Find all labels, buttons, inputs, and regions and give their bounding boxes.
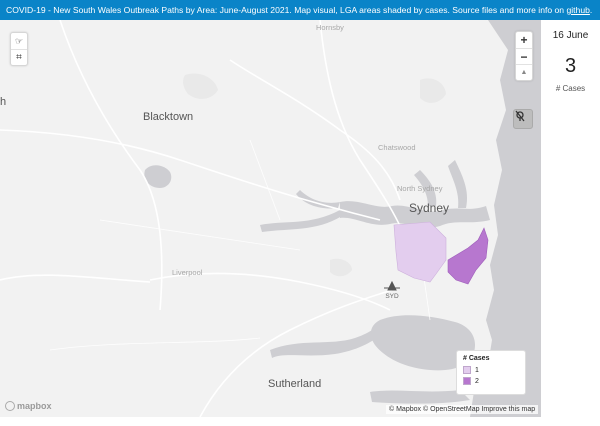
zoom-in-button[interactable]: + — [516, 32, 532, 48]
attribution-osm-link[interactable]: © OpenStreetMap — [423, 406, 480, 413]
case-count: 3 — [564, 55, 577, 77]
place-label-sydney: Sydney — [409, 201, 450, 215]
place-label-liverpool: Liverpool — [172, 268, 203, 277]
draw-point-button[interactable]: ☞ — [11, 33, 27, 49]
case-count-label: # Cases — [555, 84, 586, 93]
zoom-out-button[interactable]: − — [516, 48, 532, 64]
attribution-mapbox-link[interactable]: © Mapbox — [389, 406, 421, 413]
compass-button[interactable]: ▲ — [516, 64, 532, 80]
header-title: COVID-19 - New South Wales Outbreak Path… — [6, 5, 567, 15]
location-off-icon — [515, 110, 525, 122]
zoom-controls: + − ▲ — [515, 31, 533, 81]
draw-controls: ☞ ⌗ — [10, 32, 28, 66]
legend-item: 2 — [463, 377, 519, 385]
header-banner: COVID-19 - New South Wales Outbreak Path… — [0, 0, 600, 20]
place-label-hornsby: Hornsby — [316, 23, 344, 32]
draw-polygon-button[interactable]: ⌗ — [11, 49, 27, 65]
place-label-north-sydney: North Sydney — [397, 184, 443, 193]
map-attribution: © Mapbox © OpenStreetMap Improve this ma… — [386, 405, 539, 414]
airport-label: SYD — [385, 293, 399, 300]
legend-label-2: 2 — [475, 377, 479, 385]
mapbox-logo[interactable]: mapbox — [5, 401, 52, 411]
draw-polygon-icon: ⌗ — [16, 52, 22, 63]
bottom-strip — [0, 417, 600, 426]
map-canvas[interactable]: Hornsby Blacktown Chatswood North Sydney… — [0, 20, 541, 417]
geolocate-button[interactable] — [513, 109, 533, 129]
attribution-improve-link[interactable]: Improve this map — [481, 406, 535, 413]
legend-swatch-1 — [463, 366, 471, 374]
compass-icon: ▲ — [520, 69, 528, 76]
plus-icon: + — [520, 33, 528, 47]
map-legend: # Cases 1 2 — [456, 350, 526, 395]
legend-swatch-2 — [463, 377, 471, 385]
place-label-sutherland: Sutherland — [268, 378, 322, 390]
stats-panel: 16 June 3 # Cases — [541, 20, 600, 417]
place-label-chatswood: Chatswood — [378, 143, 416, 152]
place-label-blacktown: Blacktown — [143, 111, 194, 123]
mapbox-logo-text: mapbox — [17, 401, 52, 411]
header-trailing: . — [589, 5, 593, 15]
minus-icon: − — [520, 49, 528, 64]
legend-item: 1 — [463, 366, 519, 374]
current-date: 16 June — [552, 30, 589, 41]
mapbox-logo-icon — [5, 401, 15, 411]
draw-point-icon: ☞ — [14, 35, 24, 46]
place-label-partial: h — [0, 96, 7, 108]
legend-title: # Cases — [463, 355, 490, 362]
legend-label-1: 1 — [475, 366, 479, 374]
github-link[interactable]: github — [566, 5, 589, 15]
